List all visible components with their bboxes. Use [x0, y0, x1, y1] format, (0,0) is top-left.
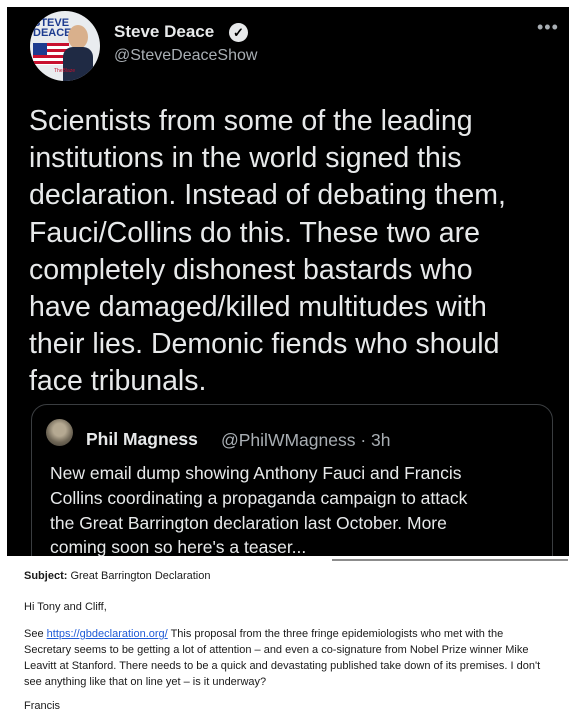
tweet-text: Scientists from some of the leading inst… — [29, 105, 506, 398]
divider — [332, 559, 568, 561]
email-subject: Subject: Great Barrington Declaration — [24, 568, 210, 584]
more-options-icon[interactable]: ••• — [537, 17, 559, 38]
author-handle[interactable]: @SteveDeaceShow — [114, 47, 257, 65]
quoted-author-name[interactable]: Phil Magness — [86, 429, 198, 450]
email-body: See https://gbdeclaration.org/ This prop… — [24, 626, 549, 690]
subject-value: Great Barrington Declaration — [67, 570, 211, 582]
author-name[interactable]: Steve Deace — [114, 22, 214, 42]
quoted-author-handle[interactable]: @PhilWMagness · 3h — [221, 430, 391, 451]
subject-label: Subject: — [24, 570, 68, 582]
author-avatar[interactable]: STEVE DEACE TheBlaze — [30, 11, 100, 81]
see-label: See — [24, 628, 47, 640]
tweet-card: STEVE DEACE TheBlaze Steve Deace ✓ @Stev… — [7, 7, 569, 556]
gbdeclaration-link[interactable]: https://gbdeclaration.org/ — [47, 628, 168, 640]
quoted-author-avatar[interactable] — [46, 419, 73, 446]
avatar-tag: TheBlaze — [54, 68, 76, 74]
email-signature: Francis — [24, 700, 61, 712]
quoted-tweet-text: New email dump showing Anthony Fauci and… — [50, 463, 468, 556]
quoted-tweet[interactable]: Phil Magness @PhilWMagness · 3h New emai… — [31, 404, 553, 556]
verified-badge-icon: ✓ — [229, 23, 248, 42]
email-greeting: Hi Tony and Cliff, — [24, 601, 107, 613]
